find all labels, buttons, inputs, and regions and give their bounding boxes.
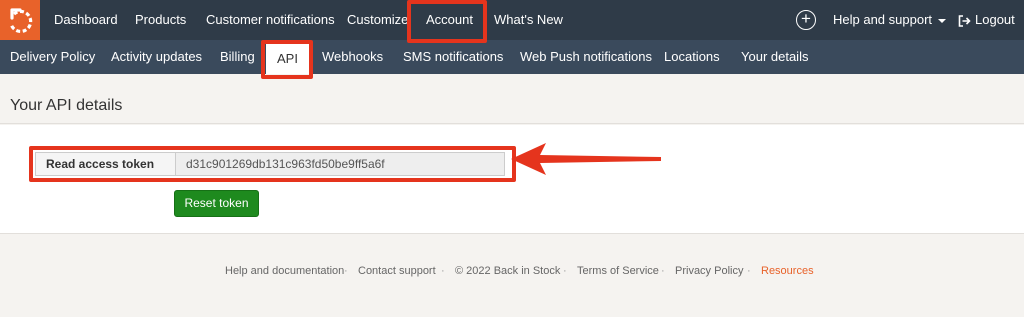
footer-separator: ·: [441, 265, 445, 277]
highlight-token-row: [29, 146, 516, 182]
plus-circle-icon[interactable]: +: [796, 10, 816, 30]
highlight-account: [407, 0, 487, 43]
logout-label: Logout: [975, 12, 1015, 27]
help-support-menu[interactable]: Help and support: [833, 0, 947, 40]
footer-separator: ·: [344, 265, 348, 277]
highlight-api-tab: [261, 40, 313, 79]
red-arrow-annotation: [511, 143, 661, 175]
footer-copyright: © 2022 Back in Stock: [455, 265, 561, 277]
reset-token-button[interactable]: Reset token: [174, 190, 259, 217]
footer-separator: ·: [661, 265, 665, 277]
tab-delivery-policy[interactable]: Delivery Policy: [10, 40, 95, 74]
footer-help-docs-link[interactable]: Help and documentation: [225, 265, 344, 277]
caret-down-icon: [938, 18, 947, 23]
help-support-label: Help and support: [833, 12, 933, 27]
tab-billing[interactable]: Billing: [220, 40, 255, 74]
logout-link[interactable]: Logout: [958, 0, 1015, 40]
tab-your-details[interactable]: Your details: [741, 40, 808, 74]
footer-contact-support-link[interactable]: Contact support: [358, 265, 436, 277]
sub-navbar: Delivery Policy Activity updates Billing…: [0, 40, 1024, 74]
tab-activity-updates[interactable]: Activity updates: [111, 40, 202, 74]
logo-icon[interactable]: [0, 0, 40, 40]
footer-resources-link[interactable]: Resources: [761, 265, 814, 277]
footer-separator: ·: [563, 265, 567, 277]
nav-customer-notifications[interactable]: Customer notifications: [206, 0, 335, 40]
tab-locations[interactable]: Locations: [664, 40, 720, 74]
logout-icon: [958, 14, 971, 27]
nav-customize[interactable]: Customize: [347, 0, 408, 40]
tab-sms-notifications[interactable]: SMS notifications: [403, 40, 503, 74]
nav-products[interactable]: Products: [135, 0, 186, 40]
footer-terms-link[interactable]: Terms of Service: [577, 265, 659, 277]
page-title: Your API details: [10, 97, 123, 114]
nav-whats-new[interactable]: What's New: [494, 0, 563, 40]
footer-separator: ·: [747, 265, 751, 277]
nav-dashboard[interactable]: Dashboard: [54, 0, 118, 40]
tab-web-push-notifications[interactable]: Web Push notifications: [520, 40, 652, 74]
page-header: [0, 74, 1024, 124]
tab-webhooks[interactable]: Webhooks: [322, 40, 383, 74]
top-navbar: Dashboard Products Customer notification…: [0, 0, 1024, 40]
footer-privacy-link[interactable]: Privacy Policy: [675, 265, 743, 277]
